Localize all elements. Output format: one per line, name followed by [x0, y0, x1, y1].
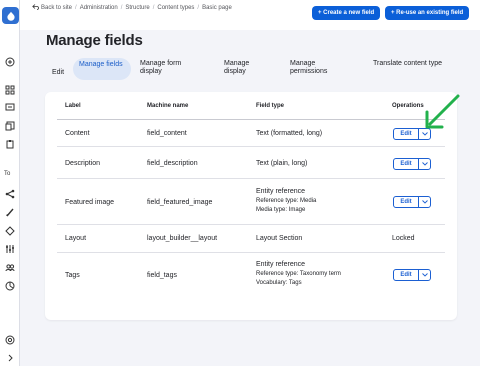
grid-icon[interactable] — [3, 83, 17, 97]
breadcrumb-content-types[interactable]: Content types — [157, 5, 194, 11]
row-machine-name: field_description — [147, 160, 198, 167]
chevron-right-icon[interactable] — [3, 351, 17, 365]
tab-manage-display[interactable]: Manage display — [224, 60, 264, 76]
tab-edit[interactable]: Edit — [52, 69, 64, 77]
create-field-button[interactable]: + Create a new field — [312, 6, 381, 20]
annotation-arrow-icon — [425, 94, 460, 129]
row-field-type-detail: Media type: Image — [256, 207, 306, 213]
clipboard-icon[interactable] — [3, 137, 17, 151]
breadcrumb-back-to-site[interactable]: Back to site — [41, 5, 72, 11]
row-field-type: Layout Section — [256, 235, 303, 242]
row-field-type: Text (formatted, long) — [256, 130, 323, 137]
brush-icon[interactable] — [3, 205, 17, 219]
structure-icon[interactable] — [3, 187, 17, 201]
chevron-down-icon — [421, 273, 428, 277]
row-machine-name: field_tags — [147, 272, 177, 279]
row-machine-name: layout_builder__layout — [147, 235, 218, 242]
row-label: Layout — [65, 235, 87, 242]
operations-dropdown-toggle[interactable] — [419, 197, 430, 207]
table-row: Content field_content Text (formatted, l… — [57, 119, 445, 146]
row-field-type-detail: Reference type: Media — [256, 198, 317, 204]
row-label: Tags — [65, 272, 80, 279]
row-field-type: Text (plain, long) — [256, 160, 308, 167]
edit-button-group: Edit — [393, 158, 431, 170]
column-header-field-type: Field type — [256, 103, 285, 109]
edit-button-group: Edit — [393, 196, 431, 208]
sidebar-section-label: To — [4, 171, 11, 177]
table-row: Description field_description Text (plai… — [57, 146, 445, 178]
row-field-type: Entity reference — [256, 261, 306, 268]
breadcrumb-basic-page[interactable]: Basic page — [202, 5, 232, 11]
column-header-label: Label — [65, 103, 81, 109]
edit-button[interactable]: Edit — [394, 159, 419, 169]
table-row: Tags field_tags Entity reference Referen… — [57, 252, 445, 298]
admin-sidebar: To — [0, 0, 20, 366]
plus-circle-icon[interactable] — [3, 55, 17, 69]
edit-button[interactable]: Edit — [394, 197, 419, 207]
operations-dropdown-toggle[interactable] — [419, 270, 430, 280]
breadcrumb: Back to site / Administration / Structure / Co… — [32, 3, 262, 13]
chevron-down-icon — [421, 162, 428, 166]
row-machine-name: field_featured_image — [147, 199, 213, 206]
edit-button-group: Edit — [393, 269, 431, 281]
top-bar: Back to site / Administration / Structure / Co… — [20, 0, 480, 30]
row-field-type-detail: Reference type: Taxonomy term — [256, 271, 341, 277]
row-label: Content — [65, 130, 90, 137]
table-row: Featured image field_featured_image Enti… — [57, 178, 445, 224]
edit-button[interactable]: Edit — [394, 129, 419, 139]
drupal-logo-icon[interactable] — [2, 7, 19, 24]
column-header-machine-name: Machine name — [147, 103, 189, 109]
breadcrumb-administration[interactable]: Administration — [80, 5, 118, 11]
row-field-type-detail: Vocabulary: Tags — [256, 280, 302, 286]
config-icon[interactable] — [3, 242, 17, 256]
file-icon[interactable] — [3, 100, 17, 114]
back-arrow-icon — [32, 4, 39, 10]
row-label: Featured image — [65, 199, 115, 206]
breadcrumb-structure[interactable]: Structure — [125, 5, 149, 11]
extend-icon[interactable] — [3, 224, 17, 238]
tab-manage-fields[interactable]: Manage fields — [73, 58, 131, 80]
content-icon[interactable] — [3, 119, 17, 133]
tab-manage-permissions[interactable]: Manage permissions — [290, 60, 338, 76]
operations-dropdown-toggle[interactable] — [419, 159, 430, 169]
reuse-field-button[interactable]: + Re-use an existing field — [385, 6, 470, 20]
tab-translate-content-type[interactable]: Translate content type — [373, 60, 445, 68]
row-label: Description — [65, 160, 101, 167]
locked-status: Locked — [392, 235, 415, 242]
edit-button[interactable]: Edit — [394, 270, 419, 280]
reports-icon[interactable] — [3, 279, 17, 293]
row-machine-name: field_content — [147, 130, 187, 137]
chevron-down-icon — [421, 200, 428, 204]
fields-table-card: Label Machine name Field type Operations… — [45, 92, 457, 320]
tab-manage-form-display[interactable]: Manage form display — [140, 60, 196, 76]
page-title: Manage fields — [46, 32, 143, 49]
table-row: Layout layout_builder__layout Layout Sec… — [57, 224, 445, 252]
help-icon[interactable] — [3, 333, 17, 347]
people-icon[interactable] — [3, 261, 17, 275]
row-field-type: Entity reference — [256, 188, 306, 195]
